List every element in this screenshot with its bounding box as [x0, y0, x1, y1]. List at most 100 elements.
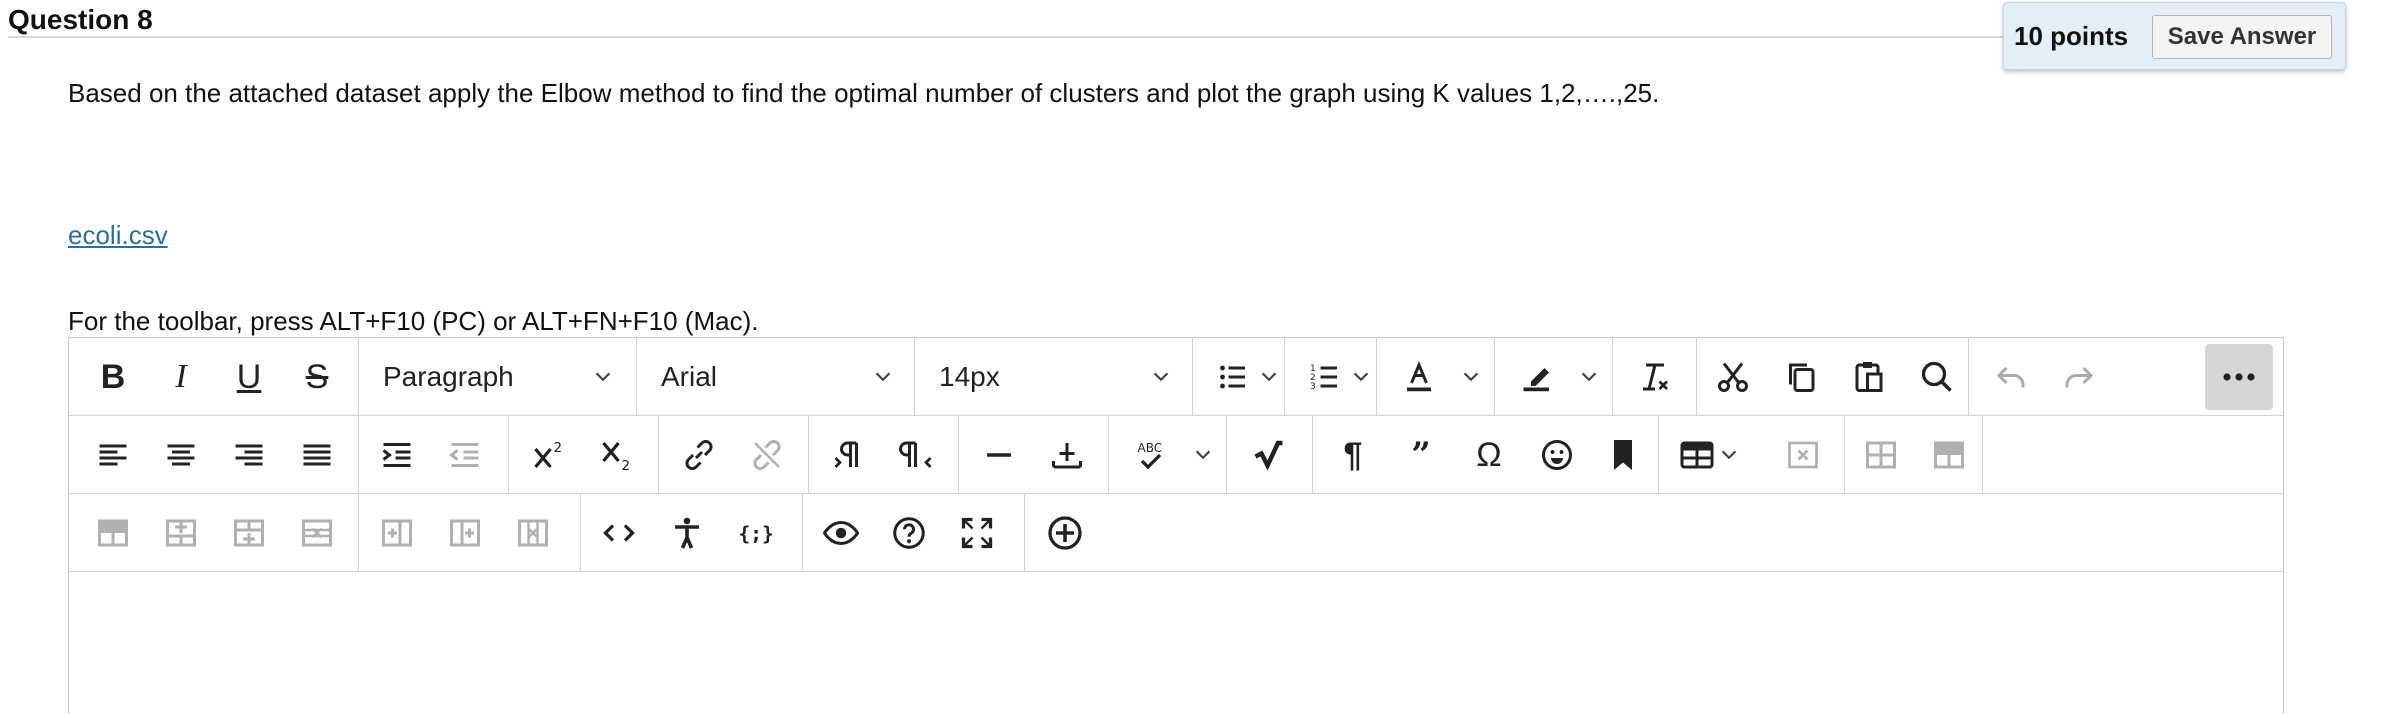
- more-options-button[interactable]: [2205, 344, 2273, 410]
- paste-icon[interactable]: [1839, 347, 1899, 407]
- toolbar-row-3: {;}: [69, 494, 2283, 572]
- fullscreen-icon[interactable]: [947, 503, 1007, 563]
- chevron-down-icon[interactable]: [1575, 347, 1603, 407]
- horizontal-line-icon[interactable]: [969, 425, 1029, 485]
- bullet-list-icon[interactable]: [1203, 347, 1263, 407]
- svg-text:2: 2: [622, 458, 631, 473]
- highlight-color-group: [1495, 338, 1613, 415]
- insert-group: [959, 416, 1109, 493]
- underline-button[interactable]: U: [219, 347, 279, 407]
- text-color-icon[interactable]: [1389, 347, 1449, 407]
- table-delete-col-icon[interactable]: [503, 503, 563, 563]
- emoji-icon[interactable]: [1527, 425, 1587, 485]
- math-equation-icon[interactable]: [1239, 425, 1299, 485]
- numbered-list-group: 123: [1285, 338, 1377, 415]
- redo-icon[interactable]: [2049, 347, 2109, 407]
- svg-text:3: 3: [1310, 382, 1316, 392]
- editor-content-area[interactable]: [69, 572, 2283, 714]
- chevron-down-icon[interactable]: [1189, 425, 1217, 485]
- font-size-value: 14px: [939, 361, 1000, 392]
- indent-group: [359, 416, 509, 493]
- special-character-icon[interactable]: Ω: [1459, 425, 1519, 485]
- table-insert-col-before-icon[interactable]: [367, 503, 427, 563]
- table-insert-row-before-icon[interactable]: [151, 503, 211, 563]
- source-code-icon[interactable]: [589, 503, 649, 563]
- table-column-group: [359, 494, 581, 571]
- link-group: [659, 416, 809, 493]
- chevron-down-icon[interactable]: [1457, 347, 1485, 407]
- question-prompt: Based on the attached dataset apply the …: [68, 78, 1660, 108]
- outdent-icon[interactable]: [435, 425, 495, 485]
- link-icon[interactable]: [669, 425, 729, 485]
- paragraph-mark-icon[interactable]: ¶: [1323, 425, 1383, 485]
- table-insert-row-after-icon[interactable]: [219, 503, 279, 563]
- chevron-down-icon: [1147, 347, 1175, 407]
- font-family-value: Arial: [661, 361, 718, 392]
- block-format-dropdown[interactable]: Paragraph: [359, 338, 637, 415]
- blockquote-icon[interactable]: ”: [1391, 425, 1451, 485]
- ltr-icon[interactable]: [819, 425, 879, 485]
- indent-icon[interactable]: [367, 425, 427, 485]
- rich-text-editor: B I U S Paragraph Arial 14px 123 2 2 ABC…: [68, 337, 2284, 714]
- chevron-down-icon[interactable]: [1715, 425, 1743, 485]
- svg-text:2: 2: [554, 440, 563, 456]
- align-left-icon[interactable]: [83, 425, 143, 485]
- subscript-icon[interactable]: 2: [587, 425, 647, 485]
- italic-button[interactable]: I: [151, 347, 211, 407]
- points-label: 10 points: [2014, 21, 2129, 51]
- text-style-group: B I U S: [69, 338, 359, 415]
- align-right-icon[interactable]: [219, 425, 279, 485]
- font-size-dropdown[interactable]: 14px: [915, 338, 1193, 415]
- svg-text:ABC: ABC: [1138, 441, 1163, 455]
- preview-eye-icon[interactable]: [811, 503, 871, 563]
- alignment-group: [69, 416, 359, 493]
- chevron-down-icon[interactable]: [1347, 347, 1375, 407]
- table-cell-group: [69, 494, 359, 571]
- svg-text:{;}: {;}: [739, 523, 774, 546]
- points-panel: 10 points Save Answer: [2003, 2, 2346, 70]
- cut-icon[interactable]: [1703, 347, 1763, 407]
- undo-icon[interactable]: [1981, 347, 2041, 407]
- superscript-icon[interactable]: 2: [519, 425, 579, 485]
- add-content-icon[interactable]: [1035, 503, 1095, 563]
- attachment-link[interactable]: ecoli.csv: [68, 220, 168, 251]
- chevron-down-icon[interactable]: [1255, 347, 1283, 407]
- page-break-icon[interactable]: [1037, 425, 1097, 485]
- code-group: {;}: [581, 494, 803, 571]
- delete-table-icon[interactable]: [1773, 425, 1833, 485]
- bookmark-icon[interactable]: [1593, 425, 1653, 485]
- table-group: [1659, 416, 1845, 493]
- rtl-icon[interactable]: [887, 425, 947, 485]
- toolbar-row-2: 2 2 ABC ¶ ” Ω: [69, 416, 2283, 494]
- font-family-dropdown[interactable]: Arial: [637, 338, 915, 415]
- save-answer-button[interactable]: Save Answer: [2152, 15, 2332, 59]
- spellcheck-group: ABC: [1109, 416, 1227, 493]
- table-cell-props-icon[interactable]: [1919, 425, 1979, 485]
- clear-formatting-icon[interactable]: [1625, 347, 1685, 407]
- toolbar-hint: For the toolbar, press ALT+F10 (PC) or A…: [68, 306, 759, 336]
- strikethrough-button[interactable]: S: [287, 347, 347, 407]
- table-delete-row-icon[interactable]: [287, 503, 347, 563]
- copy-icon[interactable]: [1771, 347, 1831, 407]
- search-icon[interactable]: [1907, 347, 1967, 407]
- question-header: Question 8: [8, 0, 2038, 38]
- justify-icon[interactable]: [287, 425, 347, 485]
- numbered-list-icon[interactable]: 123: [1295, 347, 1355, 407]
- text-color-group: [1377, 338, 1495, 415]
- toolbar-row-1: B I U S Paragraph Arial 14px 123: [69, 338, 2283, 416]
- align-center-icon[interactable]: [151, 425, 211, 485]
- question-title: Question 8: [8, 4, 153, 35]
- unlink-icon[interactable]: [737, 425, 797, 485]
- table-insert-col-after-icon[interactable]: [435, 503, 495, 563]
- code-sample-icon[interactable]: {;}: [725, 503, 785, 563]
- accessibility-icon[interactable]: [657, 503, 717, 563]
- table-row-props-icon[interactable]: [1851, 425, 1911, 485]
- spellcheck-icon[interactable]: ABC: [1121, 425, 1181, 485]
- table-merge-icon[interactable]: [83, 503, 143, 563]
- text-direction-group: [809, 416, 959, 493]
- block-format-value: Paragraph: [383, 361, 514, 392]
- help-icon[interactable]: [879, 503, 939, 563]
- highlighter-icon[interactable]: [1507, 347, 1567, 407]
- script-group: 2 2: [509, 416, 659, 493]
- bold-button[interactable]: B: [83, 347, 143, 407]
